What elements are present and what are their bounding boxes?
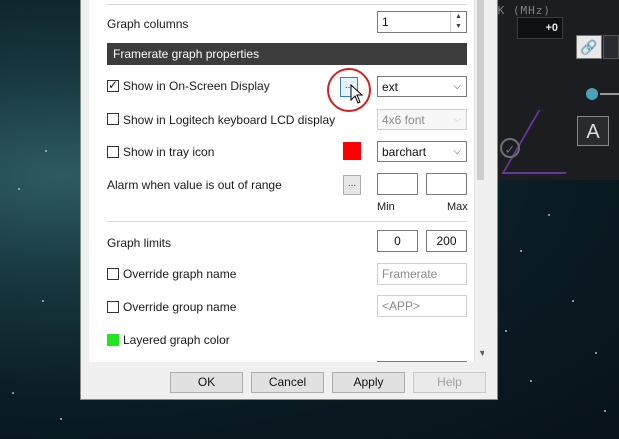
star <box>530 380 532 382</box>
show-lcd-checkbox[interactable] <box>107 113 119 125</box>
graph-columns-label: Graph columns <box>107 17 189 31</box>
alarm-min-label: Min <box>377 201 395 213</box>
separator <box>107 221 467 222</box>
scrollbar-thumb[interactable] <box>477 0 484 180</box>
show-tray-label: Show in tray icon <box>123 145 215 159</box>
alarm-max-input[interactable] <box>426 173 467 195</box>
osd-style-select[interactable]: ext ⌵ <box>377 76 467 97</box>
star <box>18 188 20 190</box>
osd-style-value: ext <box>382 80 399 94</box>
star <box>595 352 597 354</box>
star <box>604 410 606 412</box>
star <box>12 392 14 394</box>
ok-button[interactable]: OK <box>170 372 243 393</box>
star <box>572 300 574 302</box>
slider-handle[interactable] <box>586 88 598 100</box>
separator <box>107 4 467 5</box>
spin-down-icon[interactable]: ▼ <box>451 22 466 32</box>
check-circle-icon[interactable]: ✓ <box>500 138 520 158</box>
offset-value[interactable]: +0 <box>517 17 563 39</box>
star <box>520 250 522 252</box>
highlight-circle <box>327 68 371 112</box>
graph-columns-spinner[interactable]: ▲ ▼ <box>450 12 466 32</box>
override-group-name-checkbox[interactable] <box>107 301 119 313</box>
properties-dialog: Graph columns 1 ▲ ▼ Framerate graph prope… <box>80 0 498 400</box>
layered-color-swatch[interactable] <box>107 334 119 346</box>
chevron-down-icon: ⌵ <box>453 114 461 125</box>
link-button[interactable]: 🔗 <box>576 35 602 59</box>
section-header: Framerate graph properties <box>107 43 467 65</box>
graph-name-input[interactable]: Framerate <box>377 263 467 285</box>
graph-limits-label: Graph limits <box>107 236 172 250</box>
scrollbar[interactable]: ▼ <box>474 0 484 362</box>
a-button[interactable]: A <box>577 116 609 146</box>
alarm-settings-button[interactable]: ... <box>343 175 361 195</box>
lcd-font-select: 4x6 font ⌵ <box>377 109 467 130</box>
side-button[interactable] <box>603 35 619 59</box>
show-osd-checkbox[interactable] <box>107 78 119 92</box>
tray-style-select[interactable]: barchart ⌵ <box>377 141 467 162</box>
slider-track <box>600 93 619 95</box>
spin-up-icon[interactable]: ▲ <box>451 12 466 22</box>
scroll-down-icon[interactable]: ▼ <box>478 348 484 358</box>
show-osd-label: Show in On-Screen Display <box>123 79 270 93</box>
properties-panel: Graph columns 1 ▲ ▼ Framerate graph prope… <box>89 0 484 362</box>
star <box>42 300 44 302</box>
tray-style-value: barchart <box>382 145 427 159</box>
clock-header: CK (MHz) <box>490 4 551 17</box>
chevron-down-icon: ⌵ <box>453 81 461 92</box>
star <box>45 150 47 152</box>
help-button: Help <box>413 372 486 393</box>
lcd-font-value: 4x6 font <box>382 113 425 127</box>
show-tray-checkbox[interactable] <box>107 146 119 158</box>
star <box>505 330 507 332</box>
apply-button[interactable]: Apply <box>332 372 405 393</box>
override-group-name-label: Override group name <box>123 300 237 314</box>
graph-limit-min-input[interactable]: 0 <box>377 230 418 252</box>
star <box>548 214 550 216</box>
alarm-min-input[interactable] <box>377 173 418 195</box>
group-name-input[interactable]: <APP> <box>377 295 467 317</box>
mouse-cursor-icon <box>350 84 364 104</box>
chevron-down-icon: ⌵ <box>453 146 461 157</box>
override-graph-name-label: Override graph name <box>123 267 237 281</box>
override-graph-name-checkbox[interactable] <box>107 268 119 280</box>
star <box>60 418 62 420</box>
graph-limit-max-input[interactable]: 200 <box>426 230 467 252</box>
cancel-button[interactable]: Cancel <box>251 372 324 393</box>
alarm-label: Alarm when value is out of range <box>107 178 282 192</box>
layered-color-label: Layered graph color <box>123 333 230 347</box>
link-icon: 🔗 <box>580 38 598 55</box>
graph-columns-value: 1 <box>382 15 389 29</box>
alarm-max-label: Max <box>447 201 468 213</box>
tray-color-swatch[interactable] <box>343 142 361 160</box>
graph-columns-input[interactable]: 1 ▲ ▼ <box>377 11 467 33</box>
show-lcd-label: Show in Logitech keyboard LCD display <box>123 113 336 127</box>
partial-input-edge <box>377 361 467 362</box>
